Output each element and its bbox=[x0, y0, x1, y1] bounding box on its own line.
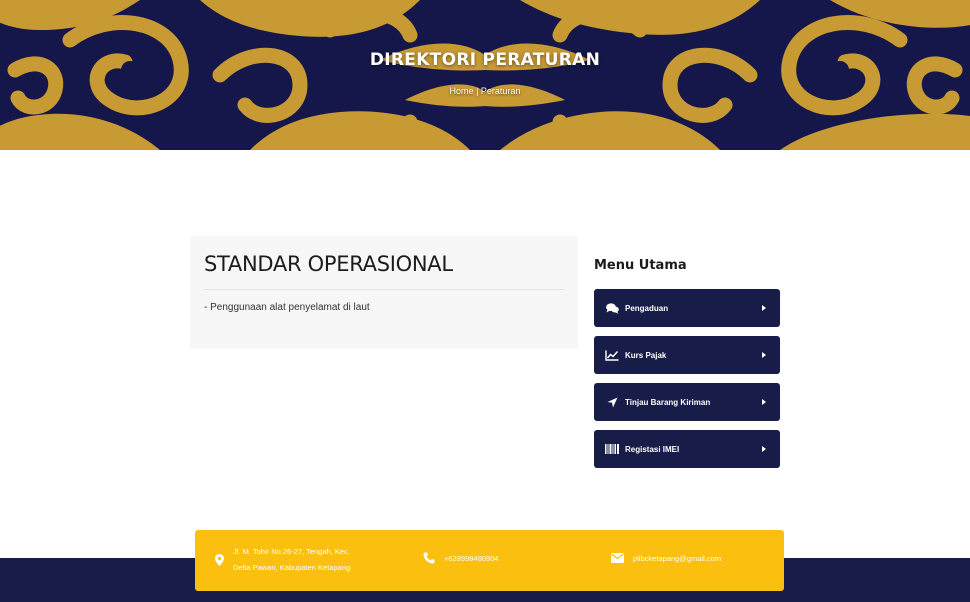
breadcrumb-home-link[interactable]: Home bbox=[450, 86, 474, 96]
menu-item-tinjau-barang-kiriman[interactable]: Tinjau Barang Kiriman bbox=[594, 383, 780, 421]
phone-number: +628998480904 bbox=[444, 553, 499, 563]
caret-right-icon bbox=[762, 352, 766, 358]
contact-phone[interactable]: +628998480904 bbox=[423, 552, 498, 564]
line-chart-icon bbox=[605, 348, 619, 362]
contact-address: Jl. M. Tohir No.26-27, Tengah, Kec. Delt… bbox=[215, 544, 350, 576]
contact-email[interactable]: plibcketapang@gmail.com bbox=[611, 553, 721, 563]
batik-pattern-background bbox=[0, 0, 970, 150]
address-line-2: Delta Pawan, Kabupaten Ketapang bbox=[233, 563, 351, 572]
map-marker-icon bbox=[215, 554, 224, 566]
phone-icon bbox=[423, 552, 435, 564]
comments-icon bbox=[605, 301, 619, 315]
contact-bar: Jl. M. Tohir No.26-27, Tengah, Kec. Delt… bbox=[195, 530, 784, 591]
sidebar-heading: Menu Utama bbox=[594, 258, 687, 273]
menu-item-label: Pengaduan bbox=[625, 303, 669, 313]
menu-item-pengaduan[interactable]: Pengaduan bbox=[594, 289, 780, 327]
email-address: plibcketapang@gmail.com bbox=[633, 553, 722, 563]
regulation-item: - Penggunaan alat penyelamat di laut bbox=[204, 302, 370, 313]
breadcrumb-current: Peraturan bbox=[480, 86, 521, 96]
envelope-icon bbox=[611, 553, 624, 563]
location-arrow-icon bbox=[605, 395, 619, 409]
caret-right-icon bbox=[762, 399, 766, 405]
regulation-card: STANDAR OPERASIONAL - Penggunaan alat pe… bbox=[190, 236, 578, 349]
address-line-1: Jl. M. Tohir No.26-27, Tengah, Kec. bbox=[233, 547, 350, 556]
menu-item-label: Tinjau Barang Kiriman bbox=[625, 397, 711, 407]
hero-banner: DIREKTORI PERATURAN Home | Peraturan bbox=[0, 0, 970, 150]
breadcrumb: Home | Peraturan bbox=[0, 86, 970, 96]
page-title: DIREKTORI PERATURAN bbox=[369, 50, 601, 70]
menu-item-kurs-pajak[interactable]: Kurs Pajak bbox=[594, 336, 780, 374]
menu-item-label: Kurs Pajak bbox=[625, 350, 667, 360]
caret-right-icon bbox=[762, 305, 766, 311]
caret-right-icon bbox=[762, 446, 766, 452]
barcode-icon bbox=[605, 442, 619, 456]
menu-item-registasi-imei[interactable]: Registasi IMEI bbox=[594, 430, 780, 468]
card-divider bbox=[204, 289, 564, 290]
regulation-title: STANDAR OPERASIONAL bbox=[204, 252, 453, 276]
breadcrumb-separator: | bbox=[473, 86, 481, 96]
menu-item-label: Registasi IMEI bbox=[625, 444, 680, 454]
